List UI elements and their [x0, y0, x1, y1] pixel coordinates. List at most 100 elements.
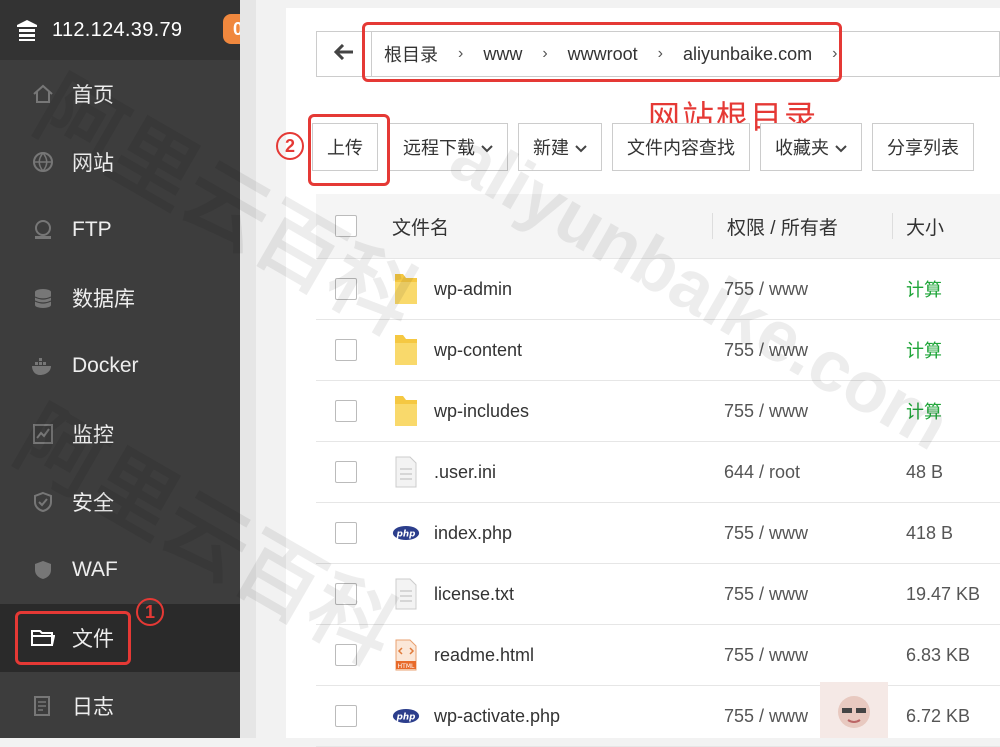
sidebar-item-docker[interactable]: Docker [0, 332, 240, 400]
header-size[interactable]: 大小 [906, 213, 944, 240]
table-row[interactable]: wp-includes 755 / www 计算 [316, 381, 1000, 442]
sidebar-item-label: 数据库 [72, 288, 135, 311]
table-row[interactable]: wp-admin 755 / www 计算 [316, 259, 1000, 320]
table-header: 文件名 权限 / 所有者 大小 [316, 194, 1000, 259]
sidebar-item-home[interactable]: 首页 [0, 60, 240, 128]
step-2-marker: 2 [276, 132, 304, 160]
sidebar-item-logs[interactable]: 日志 [0, 672, 240, 740]
row-checkbox[interactable] [335, 522, 357, 544]
file-name[interactable]: wp-activate.php [434, 706, 560, 727]
php-file-icon: php [392, 513, 420, 553]
file-permission[interactable]: 755 / www [724, 523, 808, 544]
svg-text:HTML: HTML [398, 663, 415, 670]
row-checkbox[interactable] [335, 644, 357, 666]
file-name[interactable]: wp-content [434, 340, 522, 361]
row-checkbox[interactable] [335, 339, 357, 361]
file-name[interactable]: wp-admin [434, 279, 512, 300]
shield-icon [30, 489, 56, 515]
row-checkbox[interactable] [335, 400, 357, 422]
globe-icon [30, 149, 56, 175]
database-icon [30, 285, 56, 311]
favorites-button[interactable]: 收藏夹 [760, 123, 862, 171]
file-permission[interactable]: 755 / www [724, 584, 808, 605]
search-content-button[interactable]: 文件内容查找 [612, 123, 750, 171]
header-filename[interactable]: 文件名 [392, 213, 449, 240]
file-manager-panel: 根目录 › www › wwwroot › aliyunbaike.com › … [276, 8, 1000, 747]
file-permission[interactable]: 644 / root [724, 462, 800, 483]
file-permission[interactable]: 755 / www [724, 645, 808, 666]
remote-download-label: 远程下载 [403, 138, 475, 158]
path-highlight-box [362, 22, 842, 82]
file-icon [392, 452, 420, 492]
monitor-icon [30, 421, 56, 447]
php-file-icon: php [392, 696, 420, 736]
sidebar-item-website[interactable]: 网站 [0, 128, 240, 196]
favorites-label: 收藏夹 [775, 138, 829, 158]
svg-text:php: php [396, 713, 416, 723]
chevron-down-icon [835, 137, 847, 158]
calc-size-link[interactable]: 计算 [906, 337, 942, 363]
select-all-checkbox[interactable] [335, 215, 357, 237]
file-size: 48 B [906, 461, 944, 482]
calc-size-link[interactable]: 计算 [906, 276, 942, 302]
remote-download-button[interactable]: 远程下载 [388, 123, 508, 171]
chevron-down-icon [481, 137, 493, 158]
sidebar-item-label: 日志 [72, 696, 114, 719]
table-row[interactable]: HTML readme.html 755 / www 6.83 KB [316, 625, 1000, 686]
sidebar-item-label: 首页 [72, 84, 114, 107]
file-name[interactable]: wp-includes [434, 401, 529, 422]
row-checkbox[interactable] [335, 583, 357, 605]
table-row[interactable]: php index.php 755 / www 418 B [316, 503, 1000, 564]
sidebar-item-waf[interactable]: WAF [0, 536, 240, 604]
file-name-cell: php index.php [392, 513, 512, 553]
home-icon [30, 81, 56, 107]
waf-icon [30, 557, 56, 583]
table-row[interactable]: license.txt 755 / www 19.47 KB [316, 564, 1000, 625]
sidebar-item-ftp[interactable]: FTP [0, 196, 240, 264]
sidebar-item-label: FTP [72, 218, 112, 241]
calc-size-link[interactable]: 计算 [906, 398, 942, 424]
sidebar-item-security[interactable]: 安全 [0, 468, 240, 536]
docker-icon [30, 353, 56, 379]
file-name[interactable]: readme.html [434, 645, 534, 666]
file-name[interactable]: .user.ini [434, 462, 496, 483]
log-icon [30, 693, 56, 719]
share-list-button[interactable]: 分享列表 [872, 123, 974, 171]
file-permission[interactable]: 755 / www [724, 340, 808, 361]
file-permission[interactable]: 755 / www [724, 401, 808, 422]
file-icon [392, 574, 420, 614]
file-permission[interactable]: 755 / www [724, 279, 808, 300]
column-divider [712, 213, 713, 239]
upload-highlight-box [308, 114, 390, 186]
sidebar-item-files[interactable]: 文件 [0, 604, 240, 672]
html-file-icon: HTML [392, 635, 420, 675]
file-permission[interactable]: 755 / www [724, 706, 808, 727]
sidebar: 112.124.39.79 0 首页 网站 FTP 数据库 Docker 监控 … [0, 0, 253, 740]
row-checkbox[interactable] [335, 461, 357, 483]
file-name-cell: license.txt [392, 574, 514, 614]
table-row[interactable]: .user.ini 644 / root 48 B [316, 442, 1000, 503]
file-name-cell: wp-content [392, 330, 522, 370]
files-highlight-box [15, 611, 131, 665]
file-size: 6.83 KB [906, 644, 971, 665]
server-ip: 112.124.39.79 [52, 18, 183, 41]
folder-icon [392, 391, 420, 431]
folder-icon [392, 269, 420, 309]
server-logo-icon [14, 17, 40, 43]
file-name[interactable]: license.txt [434, 584, 514, 605]
step-1-marker: 1 [136, 598, 164, 626]
gutter [240, 0, 256, 738]
new-button[interactable]: 新建 [518, 123, 602, 171]
row-checkbox[interactable] [335, 705, 357, 727]
file-table: 文件名 权限 / 所有者 大小 wp-admin 755 / www 计算 wp… [316, 194, 1000, 747]
header-permission[interactable]: 权限 / 所有者 [727, 213, 838, 240]
row-checkbox[interactable] [335, 278, 357, 300]
file-name[interactable]: index.php [434, 523, 512, 544]
column-divider [892, 213, 893, 239]
table-row[interactable]: wp-content 755 / www 计算 [316, 320, 1000, 381]
file-name-cell: php wp-activate.php [392, 696, 560, 736]
user-avatar [820, 682, 888, 738]
sidebar-item-monitor[interactable]: 监控 [0, 400, 240, 468]
ftp-icon [30, 217, 56, 243]
sidebar-item-database[interactable]: 数据库 [0, 264, 240, 332]
